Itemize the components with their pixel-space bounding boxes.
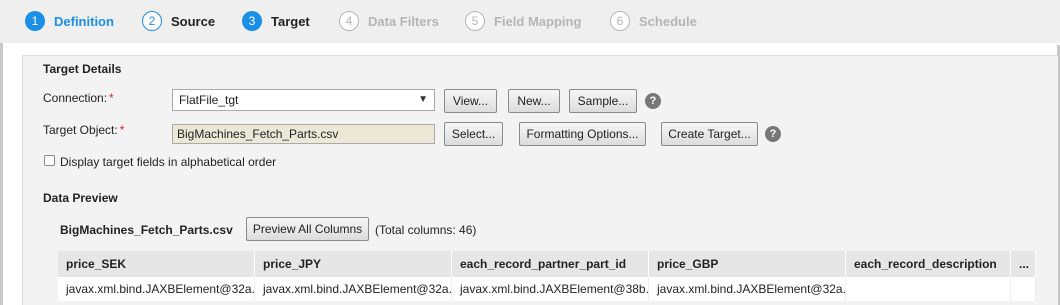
step-label: Source [171,13,216,29]
table-row: javax.xml.bind.JAXBElement@32a... javax.… [58,277,1036,301]
step-field-mapping: 5 Field Mapping [465,10,581,32]
create-target-button[interactable]: Create Target... [661,122,758,146]
connection-label-text: Connection: [43,91,108,105]
alphabetical-order-label: Display target fields in alphabetical or… [60,155,277,169]
step-definition[interactable]: 1 Definition [25,10,114,32]
data-preview-table: price_SEK price_JPY each_record_partner_… [58,251,1036,301]
preview-file-name: BigMachines_Fetch_Parts.csv [60,223,233,237]
target-object-label: Target Object: * [43,123,124,137]
view-button[interactable]: View... [444,89,497,113]
total-columns-label: (Total columns: 46) [375,223,477,237]
required-marker: * [119,123,125,137]
step-schedule: 6 Schedule [610,10,697,32]
data-preview-title: Data Preview [43,191,118,205]
step-label: Target [271,13,310,29]
table-cell: javax.xml.bind.JAXBElement@38b... [452,277,649,301]
column-header[interactable]: each_record_description [846,251,1011,277]
table-cell: javax.xml.bind.JAXBElement@32a... [649,277,846,301]
step-label: Data Filters [368,13,439,29]
table-cell: javax.xml.bind.JAXBElement@32a... [58,277,255,301]
connection-value: FlatFile_tgt [179,93,239,107]
step-label: Schedule [639,13,697,29]
step-label: Field Mapping [494,13,582,29]
connection-label: Connection: * [43,91,114,105]
wizard-steps: 1 Definition 2 Source 3 Target 4 Data Fi… [0,0,1060,43]
preview-all-columns-button[interactable]: Preview All Columns [246,217,369,241]
new-button[interactable]: New... [508,89,560,113]
step-label: Definition [54,13,114,29]
step-number: 1 [25,11,45,31]
column-header[interactable]: price_JPY [255,251,452,277]
target-object-field[interactable]: BigMachines_Fetch_Parts.csv [172,124,435,144]
chevron-down-icon: ▼ [418,94,428,105]
table-header: price_SEK price_JPY each_record_partner_… [58,251,1036,277]
table-cell [846,277,1011,301]
sample-button[interactable]: Sample... [569,89,637,113]
help-icon[interactable]: ? [765,126,781,142]
step-number: 5 [465,11,485,31]
step-number: 6 [610,11,630,31]
step-number: 2 [142,11,162,31]
formatting-options-button[interactable]: Formatting Options... [519,122,646,146]
help-icon[interactable]: ? [645,93,661,109]
step-number: 4 [339,11,359,31]
required-marker: * [109,91,114,105]
column-header[interactable]: price_SEK [58,251,255,277]
connection-select[interactable]: FlatFile_tgt ▼ [172,89,435,111]
column-header[interactable]: ... [1011,251,1036,277]
column-header[interactable]: price_GBP [649,251,846,277]
step-number: 3 [242,11,262,31]
target-object-label-text: Target Object: [43,123,118,137]
step-source[interactable]: 2 Source [142,10,215,32]
table-cell: javax.xml.bind.JAXBElement@32a... [255,277,452,301]
step-target[interactable]: 3 Target [242,10,310,32]
step-data-filters: 4 Data Filters [339,10,439,32]
select-button[interactable]: Select... [444,122,503,146]
table-cell [1011,277,1036,301]
column-header[interactable]: each_record_partner_part_id [452,251,649,277]
target-details-title: Target Details [43,62,122,76]
left-border [0,0,3,305]
alphabetical-order-checkbox[interactable] [44,155,55,166]
